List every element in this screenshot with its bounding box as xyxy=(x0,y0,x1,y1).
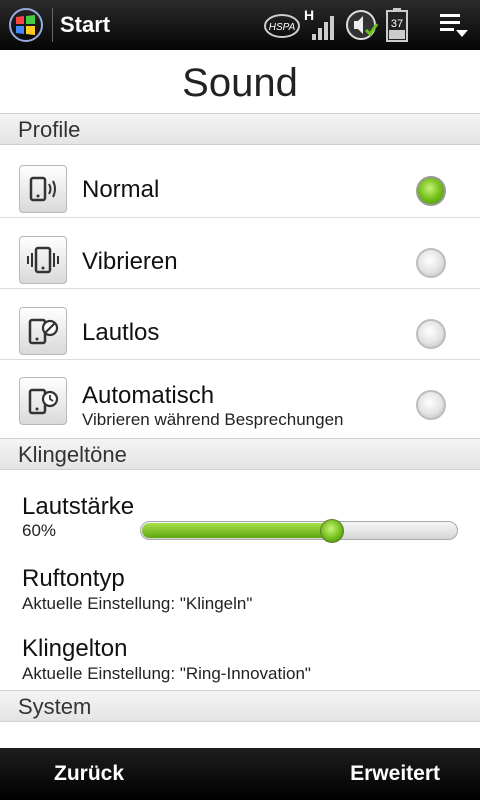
volume-icon xyxy=(346,10,379,40)
ring-type-label: Ruftontyp xyxy=(22,565,125,592)
volume-setting: Lautstärke 60% xyxy=(0,471,480,553)
network-type-label: H xyxy=(304,7,314,23)
phone-clock-icon xyxy=(19,377,67,425)
phone-silent-icon xyxy=(19,307,67,355)
profile-radio[interactable] xyxy=(416,390,446,420)
profile-item-lautlos[interactable]: Lautlos xyxy=(0,289,480,360)
divider xyxy=(52,8,53,42)
profile-label: Automatisch xyxy=(82,382,215,409)
section-title: Profile xyxy=(18,117,81,142)
ring-type-setting[interactable]: Ruftontyp Aktuelle Einstellung: "Klingel… xyxy=(0,553,480,621)
phone-ringing-icon xyxy=(19,165,67,213)
profile-radio[interactable] xyxy=(416,319,446,349)
hspa-icon: HSPA xyxy=(264,14,300,38)
battery-level: 37 xyxy=(391,18,403,30)
section-header-profile: Profile xyxy=(0,113,480,145)
ringtone-setting[interactable]: Klingelton Aktuelle Einstellung: "Ring-I… xyxy=(0,621,480,690)
profile-radio[interactable] xyxy=(416,248,446,278)
back-button[interactable]: Zurück xyxy=(54,762,124,786)
profile-item-vibrieren[interactable]: Vibrieren xyxy=(0,218,480,289)
page-title: Sound xyxy=(182,61,298,105)
profile-sublabel: Vibrieren während Besprechungen xyxy=(82,410,344,429)
profile-label: Lautlos xyxy=(82,319,160,346)
status-title[interactable]: Start xyxy=(60,12,110,38)
phone-vibrate-icon xyxy=(19,236,67,284)
windows-start-icon[interactable] xyxy=(4,6,48,44)
ringtone-label: Klingelton xyxy=(22,635,128,662)
advanced-button[interactable]: Erweitert xyxy=(350,762,440,786)
ring-type-current: Aktuelle Einstellung: "Klingeln" xyxy=(22,594,253,613)
volume-label: Lautstärke xyxy=(22,493,135,520)
profile-radio-selected[interactable] xyxy=(416,176,446,206)
volume-value: 60% xyxy=(22,521,57,540)
status-bar: Start HSPA H 37 xyxy=(0,0,480,50)
profile-label: Vibrieren xyxy=(82,248,178,275)
section-title: Klingeltöne xyxy=(18,442,127,467)
volume-slider[interactable] xyxy=(140,519,458,543)
section-title: System xyxy=(18,694,92,719)
battery-icon: 37 xyxy=(386,8,408,42)
menu-icon[interactable] xyxy=(438,10,470,40)
section-header-klingeltoene: Klingeltöne xyxy=(0,438,480,470)
softkey-bar: Zurück Erweitert xyxy=(0,748,480,800)
signal-strength-icon: H xyxy=(304,7,334,40)
profile-label: Normal xyxy=(82,176,160,203)
profile-item-normal[interactable]: Normal xyxy=(0,146,480,218)
ringtone-current: Aktuelle Einstellung: "Ring-Innovation" xyxy=(22,664,311,683)
profile-item-automatisch[interactable]: Automatisch Vibrieren während Besprechun… xyxy=(0,360,480,438)
volume-slider-thumb[interactable] xyxy=(320,519,344,543)
section-header-system: System xyxy=(0,690,480,722)
volume-slider-fill xyxy=(142,523,332,538)
network-label: HSPA xyxy=(269,22,296,33)
